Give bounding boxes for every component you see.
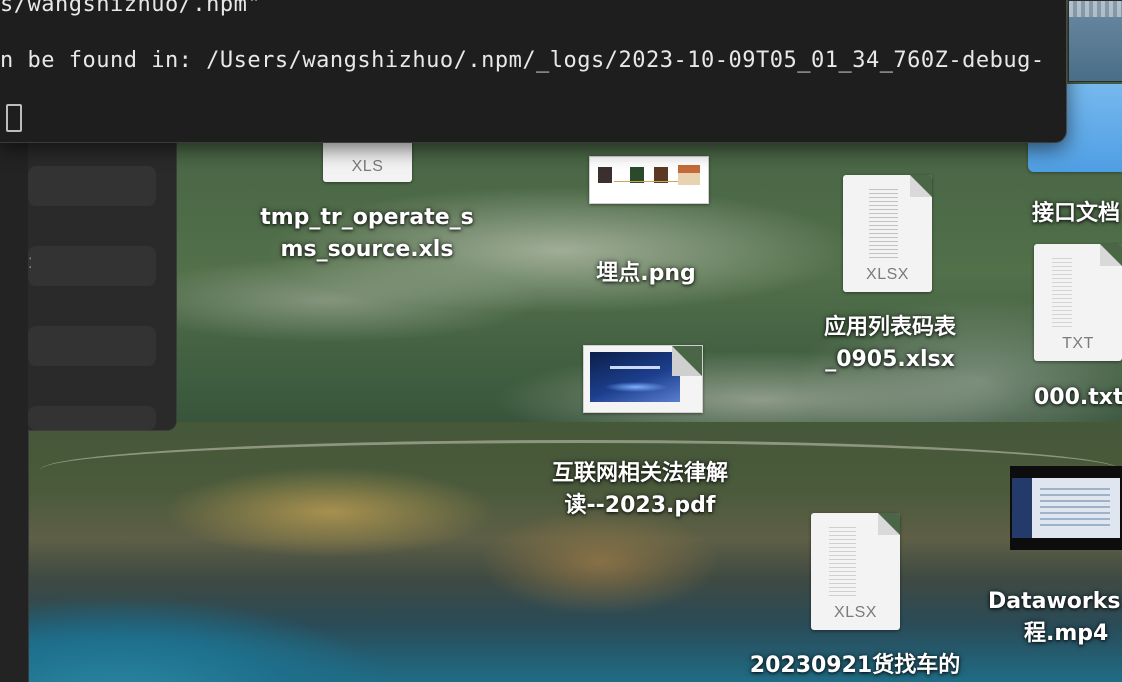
file-extension-label: XLS	[351, 158, 384, 175]
file-label-tmp-xls[interactable]: tmp_tr_operate_s ms_source.xls	[246, 202, 488, 266]
file-label-xlsx-0905[interactable]: 应用列表码表 _0905.xlsx	[790, 312, 990, 376]
window-thumbnail[interactable]	[1068, 0, 1122, 82]
file-label-png[interactable]: 埋点.png	[566, 258, 726, 290]
file-label-txt[interactable]: 000.txt	[1034, 382, 1122, 414]
side-window-edge	[0, 140, 29, 682]
file-extension-label: TXT	[1062, 335, 1094, 352]
terminal-line-2: n be found in: /Users/wangshizhuo/.npm/_…	[0, 48, 1045, 73]
file-extension-label: XLSX	[834, 604, 877, 621]
drag-handle-icon: ⁚	[28, 255, 33, 271]
terminal-cursor	[6, 104, 22, 132]
file-label-api-docs[interactable]: 接口文档	[1032, 198, 1122, 230]
file-label-xlsx-20230921[interactable]: 20230921货找车的	[730, 650, 980, 682]
mp4-file-thumbnail[interactable]	[1010, 466, 1122, 550]
side-window-row[interactable]	[28, 246, 156, 286]
file-label-pdf[interactable]: 互联网相关法律解 读--2023.pdf	[520, 458, 760, 522]
terminal-line-1: s/wangshizhuo/.npm"	[0, 0, 262, 17]
png-file-thumbnail[interactable]	[589, 156, 709, 204]
side-window-row[interactable]	[28, 326, 156, 366]
terminal-window[interactable]: s/wangshizhuo/.npm" n be found in: /User…	[0, 0, 1067, 143]
pdf-file-thumbnail[interactable]	[583, 345, 703, 413]
file-label-mp4[interactable]: Dataworks 程.mp4	[988, 586, 1122, 650]
side-window-row[interactable]	[28, 166, 156, 206]
file-extension-label: XLSX	[866, 266, 909, 283]
side-window-row[interactable]	[28, 406, 156, 430]
wallpaper-sea	[0, 562, 520, 682]
